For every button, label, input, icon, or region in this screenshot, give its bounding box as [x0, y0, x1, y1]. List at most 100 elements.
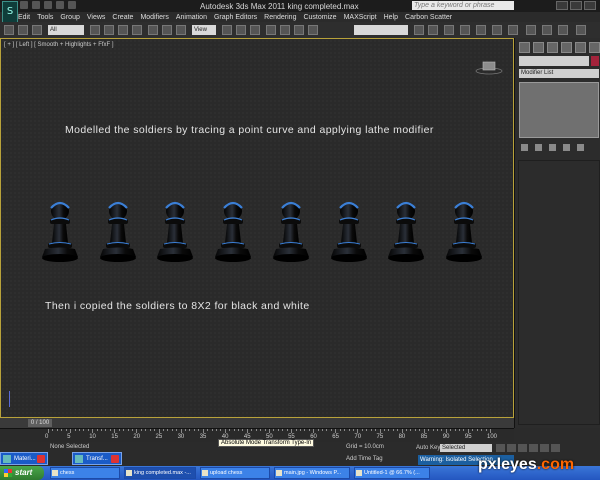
minimize-button[interactable] [556, 1, 568, 10]
layer-manager-icon[interactable] [444, 25, 454, 35]
toolbar-overflow-icon[interactable] [576, 25, 586, 35]
undo-icon[interactable] [4, 25, 14, 35]
remove-modifier-icon[interactable] [563, 144, 570, 151]
goto-start-icon[interactable] [496, 444, 505, 452]
key-filter-dropdown[interactable]: Selected [440, 444, 492, 452]
menu-maxscript[interactable]: MAXScript [344, 14, 377, 21]
keyboard-shortcut-icon[interactable] [250, 25, 260, 35]
play-icon[interactable] [518, 444, 527, 452]
menu-views[interactable]: Views [87, 14, 106, 21]
modifier-stack[interactable] [519, 82, 599, 138]
object-name-field[interactable] [519, 56, 589, 66]
menu-carbon-scatter[interactable]: Carbon Scatter [405, 14, 452, 21]
object-color-swatch[interactable] [591, 56, 599, 66]
save-icon[interactable] [44, 1, 52, 9]
transform-window[interactable]: Transf... [72, 452, 122, 465]
new-icon[interactable] [20, 1, 28, 9]
viewcube-icon[interactable] [475, 59, 503, 75]
named-selection-dropdown[interactable] [354, 25, 408, 35]
menu-customize[interactable]: Customize [303, 14, 336, 21]
redo-icon[interactable] [18, 25, 28, 35]
pawn-model[interactable] [39, 199, 81, 265]
previous-frame-icon[interactable] [507, 444, 516, 452]
task-main-jpg[interactable]: main.jpg - Windows P... [274, 467, 350, 479]
close-button[interactable] [584, 1, 596, 10]
utilities-tab-icon[interactable] [589, 42, 600, 53]
time-slider[interactable]: 0 / 100 [0, 418, 514, 428]
make-unique-icon[interactable] [549, 144, 556, 151]
select-by-name-icon[interactable] [104, 25, 114, 35]
selection-filter-dropdown[interactable]: All [48, 25, 84, 35]
pawn-model[interactable] [385, 199, 427, 265]
menu-create[interactable]: Create [112, 14, 133, 21]
undo-icon[interactable] [56, 1, 64, 9]
schematic-view-icon[interactable] [492, 25, 502, 35]
task-3dsmax[interactable]: king completed.max -... [124, 467, 196, 479]
viewport-left[interactable]: [ + ] [ Left ] [ Smooth + Highlights + F… [0, 38, 514, 418]
close-icon[interactable] [37, 455, 45, 463]
modify-tab-icon[interactable] [533, 42, 544, 53]
pawn-model[interactable] [154, 199, 196, 265]
menu-tools[interactable]: Tools [37, 14, 53, 21]
search-input[interactable]: Type a keyword or phrase [412, 1, 514, 10]
task-chess[interactable]: chess [50, 467, 120, 479]
task-photoshop[interactable]: Untitled-1 @ 66.7% (... [354, 467, 430, 479]
show-end-result-icon[interactable] [535, 144, 542, 151]
modifier-list-dropdown[interactable]: Modifier List [519, 69, 599, 78]
redo-icon[interactable] [68, 1, 76, 9]
scale-icon[interactable] [176, 25, 186, 35]
menu-rendering[interactable]: Rendering [264, 14, 296, 21]
render-production-icon[interactable] [558, 25, 568, 35]
angle-snap-icon[interactable] [280, 25, 290, 35]
menu-help[interactable]: Help [384, 14, 398, 21]
auto-key-button[interactable]: Auto Key [416, 445, 440, 451]
open-icon[interactable] [32, 1, 40, 9]
time-config-icon[interactable] [551, 444, 560, 452]
maximize-button[interactable] [570, 1, 582, 10]
pawn-model[interactable] [97, 199, 139, 265]
rotate-icon[interactable] [162, 25, 172, 35]
configure-sets-icon[interactable] [577, 144, 584, 151]
rectangular-selection-icon[interactable] [118, 25, 128, 35]
add-time-tag[interactable]: Add Time Tag [346, 456, 383, 462]
window-crossing-icon[interactable] [132, 25, 142, 35]
display-tab-icon[interactable] [575, 42, 586, 53]
move-icon[interactable] [148, 25, 158, 35]
pin-stack-icon[interactable] [521, 144, 528, 151]
menu-modifiers[interactable]: Modifiers [140, 14, 168, 21]
mirror-icon[interactable] [414, 25, 424, 35]
select-manipulate-icon[interactable] [236, 25, 246, 35]
menu-animation[interactable]: Animation [176, 14, 207, 21]
viewport-label[interactable]: [ + ] [ Left ] [ Smooth + Highlights + F… [4, 42, 114, 48]
task-upload-chess[interactable]: upload chess [200, 467, 270, 479]
curve-editor-icon[interactable] [476, 25, 486, 35]
menu-edit[interactable]: Edit [18, 14, 30, 21]
pawn-model[interactable] [443, 199, 485, 265]
hierarchy-tab-icon[interactable] [547, 42, 558, 53]
create-tab-icon[interactable] [519, 42, 530, 53]
pivot-icon[interactable] [222, 25, 232, 35]
graphite-tools-icon[interactable] [460, 25, 470, 35]
snaps-toggle-icon[interactable] [266, 25, 276, 35]
material-editor-icon[interactable] [508, 25, 518, 35]
link-icon[interactable] [32, 25, 42, 35]
menu-graph-editors[interactable]: Graph Editors [214, 14, 257, 21]
goto-end-icon[interactable] [540, 444, 549, 452]
close-icon[interactable] [111, 455, 119, 463]
start-button[interactable]: start [0, 466, 44, 480]
motion-tab-icon[interactable] [561, 42, 572, 53]
time-slider-thumb[interactable]: 0 / 100 [28, 419, 52, 427]
material-editor-window[interactable]: Materi... [0, 452, 48, 465]
spinner-snap-icon[interactable] [308, 25, 318, 35]
menu-group[interactable]: Group [60, 14, 79, 21]
align-icon[interactable] [428, 25, 438, 35]
percent-snap-icon[interactable] [294, 25, 304, 35]
pawn-model[interactable] [270, 199, 312, 265]
rendered-frame-window-icon[interactable] [542, 25, 552, 35]
pawn-model[interactable] [212, 199, 254, 265]
reference-coordinate-dropdown[interactable]: View [192, 25, 216, 35]
next-frame-icon[interactable] [529, 444, 538, 452]
pawn-model[interactable] [328, 199, 370, 265]
render-setup-icon[interactable] [526, 25, 536, 35]
select-object-icon[interactable] [90, 25, 100, 35]
